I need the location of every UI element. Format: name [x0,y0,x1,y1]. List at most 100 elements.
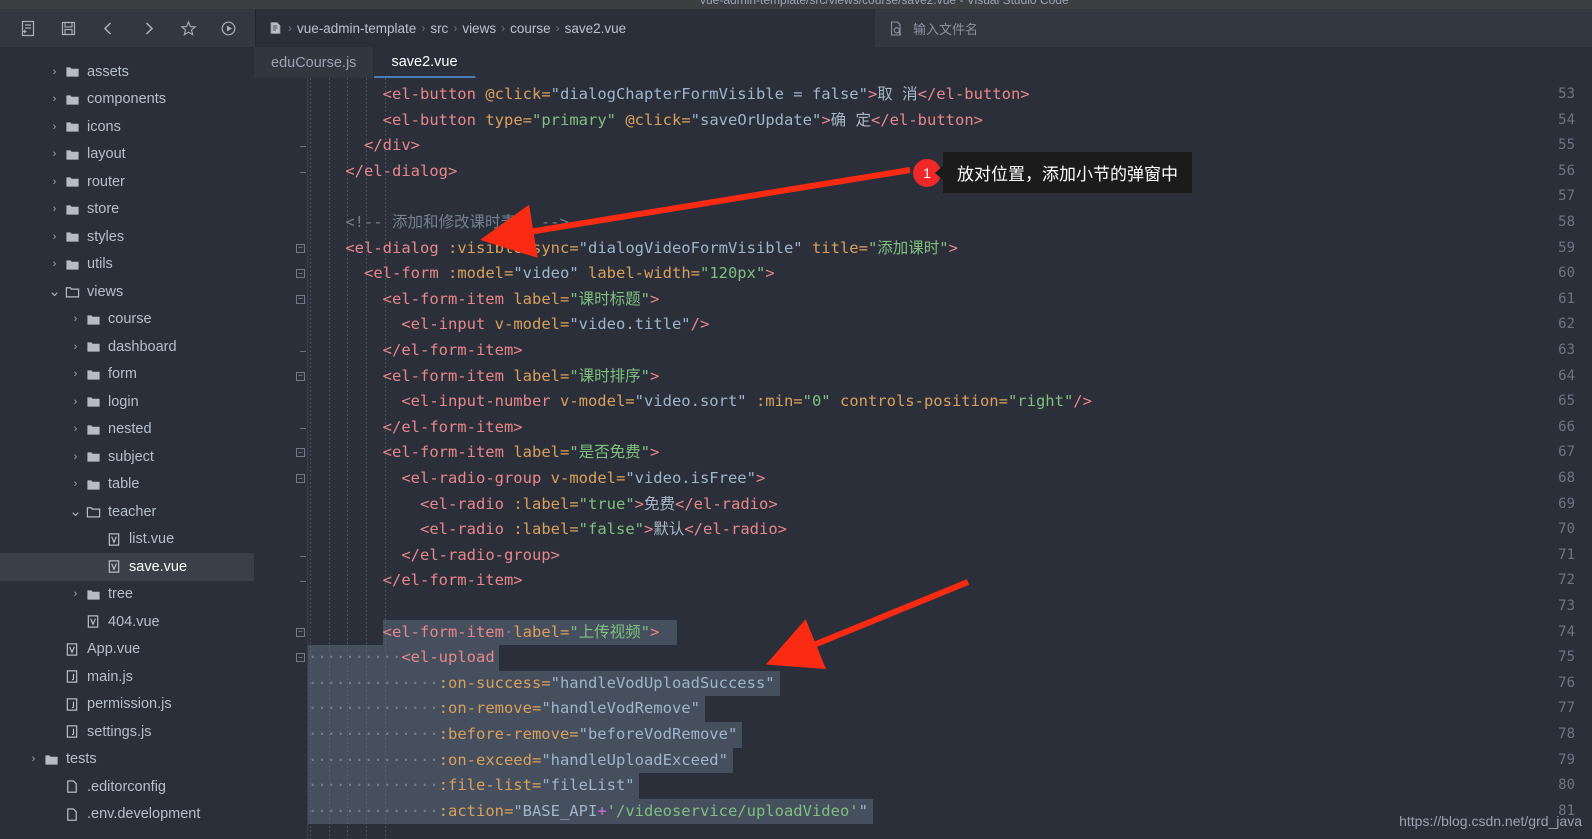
code-line[interactable]: <el-form-item·label="上传视频"> [308,620,660,646]
fold-marker[interactable]: − [296,269,305,279]
back-arrow-icon[interactable] [88,13,128,43]
code-line[interactable]: <el-form-item label="课时排序"> [308,364,660,390]
new-file-icon[interactable] [8,13,48,43]
code-line[interactable]: <el-radio-group v-model="video.isFree"> [308,466,765,492]
tree-item-views[interactable]: ⌄ views [0,278,254,306]
tree-item-save-vue[interactable]: save.vue [0,553,254,581]
fold-marker[interactable]: − [296,294,305,304]
tree-item-list-vue[interactable]: list.vue [0,526,254,554]
tree-item--editorconfig[interactable]: .editorconfig [0,773,254,801]
tree-item-styles[interactable]: › styles [0,223,254,251]
fold-marker[interactable]: − [296,448,305,458]
chevron-right-icon[interactable]: › [68,478,83,490]
editor-tab-bar[interactable]: eduCourse.js save2.vue [254,47,476,78]
tab-save2-vue[interactable]: save2.vue [374,47,476,78]
tree-item-permission-js[interactable]: permission.js [0,691,254,719]
code-line[interactable]: <!-- 添加和修改课时表单 --> [308,210,569,236]
chevron-down-icon[interactable]: ⌄ [47,284,62,299]
fold-marker[interactable]: − [296,627,305,637]
code-line[interactable]: ··············:on-exceed="handleUploadEx… [308,748,728,774]
breadcrumb-item-1[interactable]: src [427,21,451,36]
tree-item-layout[interactable]: › layout [0,141,254,169]
code-line[interactable]: <el-button @click="dialogChapterFormVisi… [308,82,1030,108]
code-line[interactable]: <el-form-item label="是否免费"> [308,440,660,466]
tree-item-icons[interactable]: › icons [0,113,254,141]
tree-item-app-vue[interactable]: App.vue [0,636,254,664]
code-line[interactable]: <el-radio :label="false">默认</el-radio> [308,517,787,543]
code-line[interactable]: ··············:before-remove="beforeVodR… [308,722,737,748]
code-line[interactable]: ··········<el-upload [308,645,495,671]
tree-item-form[interactable]: › form [0,361,254,389]
star-icon[interactable] [168,13,208,43]
chevron-right-icon[interactable]: › [68,451,83,463]
code-line[interactable]: </div> [308,133,420,159]
chevron-right-icon[interactable]: › [68,313,83,325]
tree-item-settings-js[interactable]: settings.js [0,718,254,746]
fold-marker[interactable]: − [296,371,305,381]
tree-item-utils[interactable]: › utils [0,251,254,279]
tree-item-tests[interactable]: › tests [0,746,254,774]
run-icon[interactable] [208,13,248,43]
chevron-right-icon[interactable]: › [47,203,62,215]
fold-marker[interactable]: − [296,243,305,253]
tree-item-router[interactable]: › router [0,168,254,196]
tree-item--env-development[interactable]: .env.development [0,801,254,829]
tree-item-table[interactable]: › table [0,471,254,499]
forward-arrow-icon[interactable] [128,13,168,43]
tree-item-store[interactable]: › store [0,196,254,224]
fold-marker[interactable]: − [296,653,305,663]
code-line[interactable]: </el-radio-group> [308,543,560,569]
breadcrumb-item-4[interactable]: save2.vue [562,21,630,36]
tree-item-nested[interactable]: › nested [0,416,254,444]
fold-marker[interactable]: − [296,474,305,483]
chevron-right-icon[interactable]: › [47,93,62,105]
code-line[interactable]: <el-radio :label="true">免费</el-radio> [308,492,778,518]
chevron-right-icon[interactable]: › [47,176,62,188]
project-file-tree[interactable]: › assets › components › icons › layout › router › s… [0,47,254,839]
code-line[interactable]: </el-form-item> [308,568,523,594]
chevron-right-icon[interactable]: › [47,148,62,160]
code-line[interactable]: </el-dialog> [308,159,457,185]
code-line[interactable]: </el-form-item> [308,338,523,364]
code-line[interactable]: <el-input-number v-model="video.sort" :m… [308,389,1092,415]
code-line[interactable]: ··············:on-remove="handleVodRemov… [308,696,700,722]
save-icon[interactable] [48,13,88,43]
code-line[interactable]: </el-form-item> [308,415,523,441]
tree-item-subject[interactable]: › subject [0,443,254,471]
code-line[interactable]: ··············:action="BASE_API+'/videos… [308,799,868,825]
code-line[interactable]: ··············:on-success="handleVodUplo… [308,671,775,697]
chevron-right-icon[interactable]: › [68,588,83,600]
chevron-right-icon[interactable]: › [68,423,83,435]
chevron-down-icon[interactable]: ⌄ [68,504,83,519]
tree-item-course[interactable]: › course [0,306,254,334]
breadcrumb-item-0[interactable]: vue-admin-template [294,21,419,36]
code-line[interactable]: <el-button type="primary" @click="saveOr… [308,108,983,134]
chevron-right-icon[interactable]: › [47,66,62,78]
breadcrumb-item-3[interactable]: course [507,21,554,36]
tree-item-tree[interactable]: › tree [0,581,254,609]
code-line[interactable]: <el-dialog :visible.sync="dialogVideoFor… [308,236,958,262]
file-search-area[interactable]: 输入文件名 [878,9,978,47]
tree-item-login[interactable]: › login [0,388,254,416]
search-input-placeholder[interactable]: 输入文件名 [913,19,978,38]
tree-item-assets[interactable]: › assets [0,58,254,86]
line-number-gutter[interactable] [254,78,307,839]
code-line[interactable]: <el-form-item label="课时标题"> [308,287,660,313]
code-line[interactable]: <el-form :model="video" label-width="120… [308,261,775,287]
code-line[interactable]: ··············:file-list="fileList" [308,773,635,799]
chevron-right-icon[interactable]: › [47,121,62,133]
chevron-right-icon[interactable]: › [47,258,62,270]
tree-item-404-vue[interactable]: 404.vue [0,608,254,636]
tree-item-teacher[interactable]: ⌄ teacher [0,498,254,526]
chevron-right-icon[interactable]: › [68,368,83,380]
chevron-right-icon[interactable]: › [47,231,62,243]
chevron-right-icon[interactable]: › [68,341,83,353]
tree-item-dashboard[interactable]: › dashboard [0,333,254,361]
chevron-right-icon[interactable]: › [26,753,41,765]
chevron-right-icon[interactable]: › [68,396,83,408]
tab-educourse-js[interactable]: eduCourse.js [254,47,375,78]
tree-item-main-js[interactable]: main.js [0,663,254,691]
code-line[interactable]: <el-input v-model="video.title"/> [308,312,709,338]
breadcrumb-item-2[interactable]: views [459,21,499,36]
tree-item-components[interactable]: › components [0,86,254,114]
